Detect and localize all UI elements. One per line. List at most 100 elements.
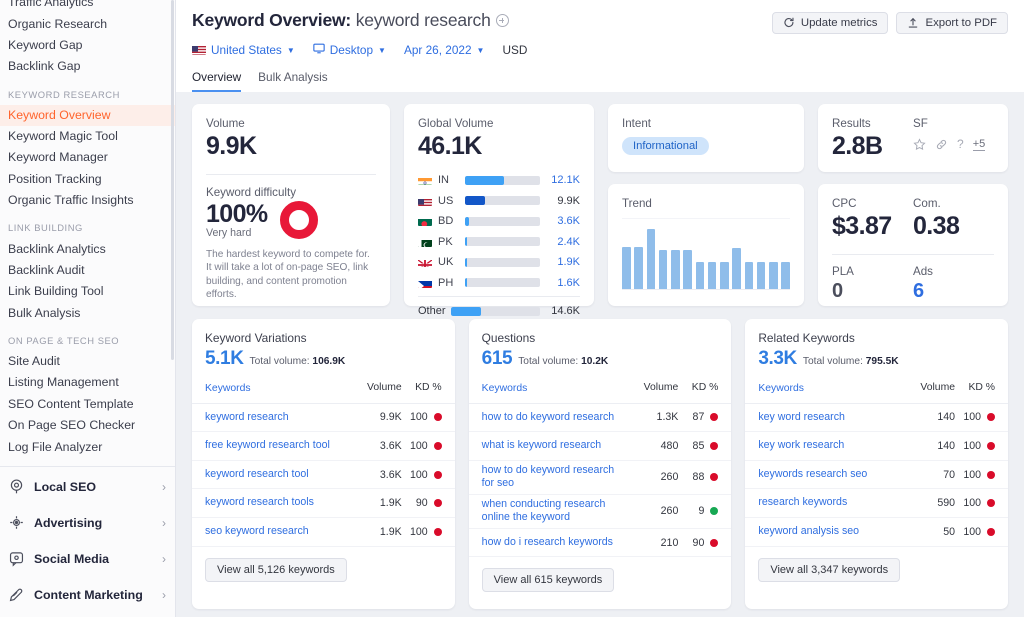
global-volume-column: Global Volume 46.1K IN 12.1K US 9.9K BD … [404, 104, 594, 317]
keyword-link[interactable]: keyword analysis seo [758, 525, 903, 539]
sidebar-item-organic-traffic-insights[interactable]: Organic Traffic Insights [0, 190, 175, 211]
refresh-icon [783, 17, 795, 29]
star-icon[interactable] [913, 137, 926, 151]
keyword-link[interactable]: how to do keyword research [482, 411, 627, 425]
col-volume[interactable]: Volume [626, 382, 679, 396]
link-icon[interactable] [935, 138, 948, 151]
keyword-link[interactable]: free keyword research tool [205, 439, 350, 453]
sidebar-item-bulk-analysis[interactable]: Bulk Analysis [0, 303, 175, 324]
volume-bar [465, 216, 540, 226]
trend-bar [658, 249, 668, 289]
sidebar-item-listing-management[interactable]: Listing Management [0, 372, 175, 393]
keyword-volume: 3.6K [379, 468, 402, 481]
keyword-link[interactable]: keyword research tools [205, 496, 350, 510]
sidebar-item-keyword-magic-tool[interactable]: Keyword Magic Tool [0, 126, 175, 147]
table-row[interactable]: keyword research tools 1.9K 90 [192, 489, 455, 518]
location-pin-icon [8, 478, 25, 495]
device-filter[interactable]: Desktop ▼ [313, 43, 386, 57]
keyword-volume: 260 [660, 471, 679, 484]
metrics-row: Volume 9.9K Keyword difficulty 100% Very… [192, 104, 1008, 317]
col-volume[interactable]: Volume [903, 382, 955, 396]
col-kd[interactable]: KD % [955, 382, 995, 396]
sidebar-section-content-marketing[interactable]: Content Marketing › [0, 577, 175, 613]
keyword-link[interactable]: keyword research tool [205, 468, 350, 482]
table-row[interactable]: key word research 140 100 [745, 404, 1009, 433]
sidebar-item-site-audit[interactable]: Site Audit [0, 351, 175, 372]
sidebar-item-position-tracking[interactable]: Position Tracking [0, 169, 175, 190]
table-row[interactable]: when conducting research online the keyw… [468, 495, 732, 529]
sidebar-item-keyword-overview[interactable]: Keyword Overview [0, 104, 175, 126]
table-row[interactable]: how to do keyword research 1.3K 87 [468, 404, 732, 433]
view-all-variations-button[interactable]: View all 5,126 keywords [205, 557, 347, 582]
keyword-link[interactable]: key work research [758, 439, 903, 453]
global-volume-label: Global Volume [418, 117, 494, 130]
sidebar-section-local-seo[interactable]: Local SEO › [0, 469, 175, 505]
sf-more-count[interactable]: +5 [972, 138, 986, 151]
keyword-link[interactable]: how do i research keywords [482, 536, 627, 550]
table-row[interactable]: seo keyword research 1.9K 100 [192, 518, 455, 547]
col-keywords[interactable]: Keywords [482, 382, 627, 396]
sidebar-item-link-building-tool[interactable]: Link Building Tool [0, 281, 175, 302]
sidebar-item-traffic-analytics[interactable]: Traffic Analytics [0, 0, 175, 13]
table-row[interactable]: keyword analysis seo 50 100 [745, 518, 1009, 547]
com-block: Com. 0.38 [913, 197, 994, 241]
add-keyword-icon[interactable] [495, 14, 509, 27]
col-keywords[interactable]: Keywords [758, 382, 903, 396]
export-to-pdf-button[interactable]: Export to PDF [896, 12, 1008, 34]
keyword-count: 615 [481, 348, 513, 369]
sidebar-item-keyword-manager[interactable]: Keyword Manager [0, 147, 175, 168]
sidebar-scrollbar[interactable] [171, 0, 174, 360]
update-metrics-button[interactable]: Update metrics [771, 12, 889, 34]
chevron-right-icon: › [162, 479, 166, 494]
sidebar-section-advertising[interactable]: Advertising › [0, 505, 175, 541]
sf-icons-row: ? +5 [913, 137, 994, 151]
keyword-link[interactable]: how to do keyword research for seo [482, 464, 627, 491]
tab-bulk-analysis[interactable]: Bulk Analysis [258, 70, 328, 92]
table-row[interactable]: keyword research 9.9K 100 [192, 404, 455, 433]
trend-bar [634, 246, 643, 289]
sidebar-item-organic-research[interactable]: Organic Research [0, 13, 175, 34]
view-all-related-button[interactable]: View all 3,347 keywords [758, 557, 901, 582]
sidebar-item-label: Backlink Audit [8, 262, 85, 277]
keyword-link[interactable]: when conducting research online the keyw… [482, 498, 627, 525]
sidebar-item-on-page-seo-checker[interactable]: On Page SEO Checker [0, 415, 175, 436]
col-kd[interactable]: KD % [402, 382, 442, 396]
sidebar-section-social-media[interactable]: Social Media › [0, 541, 175, 577]
ads-value[interactable]: 6 [913, 280, 994, 303]
sf-block: SF ? +5 [913, 117, 994, 161]
table-row[interactable]: keywords research seo 70 100 [745, 461, 1009, 490]
sidebar-item-label: Keyword Manager [8, 150, 108, 165]
tab-overview[interactable]: Overview [192, 70, 242, 92]
sidebar-item-keyword-gap[interactable]: Keyword Gap [0, 35, 175, 56]
sidebar-item-backlink-audit[interactable]: Backlink Audit [0, 260, 175, 281]
keyword-link[interactable]: seo keyword research [205, 525, 350, 539]
col-keywords[interactable]: Keywords [205, 382, 350, 396]
view-all-questions-button[interactable]: View all 615 keywords [481, 568, 615, 593]
keyword-link[interactable]: key word research [758, 411, 903, 425]
keyword-link[interactable]: research keywords [758, 496, 903, 510]
app-root: Traffic Analytics Organic Research Keywo… [0, 0, 1024, 617]
trend-bar [732, 248, 741, 289]
table-row[interactable]: how do i research keywords 210 90 [468, 529, 732, 558]
col-volume[interactable]: Volume [350, 382, 402, 396]
sidebar-item-seo-content-template[interactable]: SEO Content Template [0, 394, 175, 415]
country-filter[interactable]: United States ▼ [192, 43, 295, 57]
table-row[interactable]: what is keyword research 480 85 [468, 432, 732, 461]
keyword-link[interactable]: keyword research [205, 411, 350, 425]
sidebar-item-backlink-gap[interactable]: Backlink Gap [0, 56, 175, 77]
sidebar-section-trends[interactable]: .Trends › [0, 613, 175, 617]
table-row[interactable]: key work research 140 100 [745, 432, 1009, 461]
table-row[interactable]: free keyword research tool 3.6K 100 [192, 432, 455, 461]
col-kd[interactable]: KD % [678, 382, 719, 396]
sidebar-item-backlink-analytics[interactable]: Backlink Analytics [0, 238, 175, 259]
keyword-link[interactable]: what is keyword research [482, 439, 627, 453]
date-filter[interactable]: Apr 26, 2022 ▼ [404, 43, 484, 57]
kd-dot-icon [987, 499, 996, 508]
sidebar-item-log-file-analyzer[interactable]: Log File Analyzer [0, 436, 175, 457]
table-row[interactable]: keyword research tool 3.6K 100 [192, 461, 455, 490]
keyword-link[interactable]: keywords research seo [758, 468, 903, 482]
table-row[interactable]: how to do keyword research for seo 260 88 [468, 461, 732, 495]
card-divider [832, 254, 994, 255]
question-icon[interactable]: ? [957, 137, 964, 151]
table-row[interactable]: research keywords 590 100 [745, 489, 1009, 518]
